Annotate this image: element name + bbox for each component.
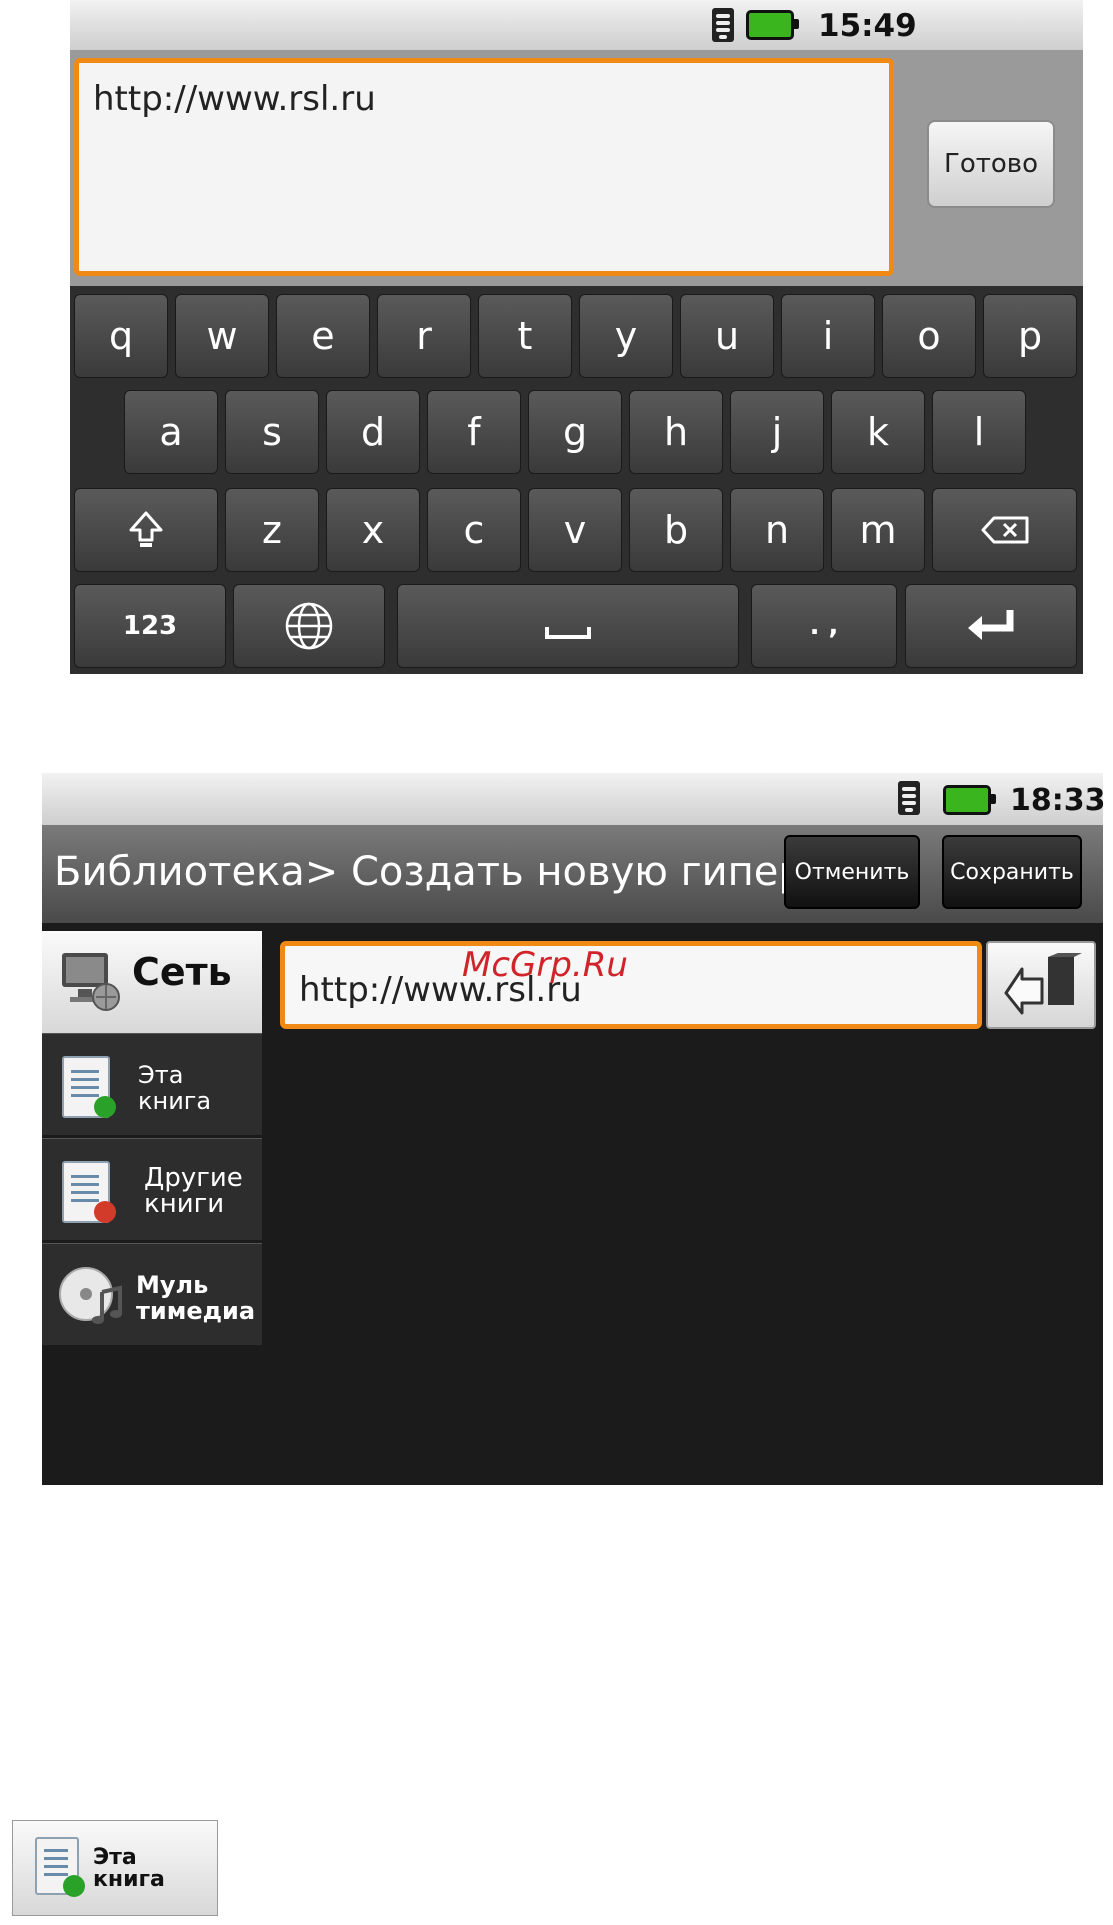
key-l[interactable]: l: [932, 390, 1026, 474]
backspace-key[interactable]: [932, 488, 1077, 572]
network-computer-icon: [62, 953, 120, 1011]
key-t[interactable]: t: [478, 294, 572, 378]
key-q[interactable]: q: [74, 294, 168, 378]
cancel-button[interactable]: Отменить: [784, 835, 920, 909]
watermark: McGrp.Ru: [462, 945, 628, 985]
keyboard-screen: 15:49 http://www.rsl.ru Готово q w e r t…: [70, 0, 1083, 674]
language-key[interactable]: [233, 584, 385, 668]
space-icon: [545, 627, 591, 639]
sidebar-item-label: Другие книги: [144, 1163, 243, 1219]
key-f[interactable]: f: [427, 390, 521, 474]
page-title: Библиотека> Создать новую гиперссылку: [54, 849, 834, 895]
url-text-field[interactable]: http://www.rsl.ru: [74, 58, 894, 276]
status-bar: 15:49: [70, 0, 1083, 50]
key-m[interactable]: m: [831, 488, 925, 572]
sidebar-item-network[interactable]: Сеть: [42, 931, 262, 1033]
this-book-button[interactable]: Эта книга: [12, 1820, 218, 1916]
status-bar: 18:33: [42, 773, 1106, 825]
backspace-icon: [981, 516, 1028, 544]
back-arrow-icon: [94, 1096, 116, 1118]
numbers-key[interactable]: 123: [74, 584, 226, 668]
wifi-icon: [898, 781, 920, 815]
multimedia-disc-icon: [59, 1267, 122, 1324]
wifi-icon: [712, 8, 734, 42]
key-o[interactable]: o: [882, 294, 976, 378]
key-a[interactable]: a: [124, 390, 218, 474]
key-u[interactable]: u: [680, 294, 774, 378]
go-button[interactable]: [986, 941, 1096, 1029]
key-z[interactable]: z: [225, 488, 319, 572]
key-v[interactable]: v: [528, 488, 622, 572]
space-key[interactable]: [397, 584, 739, 668]
status-time: 15:49: [818, 8, 917, 44]
key-x[interactable]: x: [326, 488, 420, 572]
go-arrow-icon: [1004, 953, 1082, 1015]
status-time: 18:33: [1010, 783, 1106, 818]
key-d[interactable]: d: [326, 390, 420, 474]
punctuation-key[interactable]: . ,: [751, 584, 897, 668]
done-button[interactable]: Готово: [927, 120, 1055, 208]
enter-key[interactable]: [905, 584, 1077, 668]
sidebar-item-this-book[interactable]: Эта книга: [42, 1033, 262, 1135]
url-input[interactable]: http://www.rsl.ru: [280, 941, 982, 1029]
on-screen-keyboard: q w e r t y u i o p a s d f g h j k l z …: [70, 286, 1083, 674]
battery-icon: [746, 10, 799, 40]
key-h[interactable]: h: [629, 390, 723, 474]
key-s[interactable]: s: [225, 390, 319, 474]
sidebar-item-label: Муль тимедиа: [136, 1271, 256, 1325]
input-area: http://www.rsl.ru Готово: [70, 50, 1083, 286]
key-k[interactable]: k: [831, 390, 925, 474]
key-w[interactable]: w: [175, 294, 269, 378]
key-c[interactable]: c: [427, 488, 521, 572]
title-bar: Библиотека> Создать новую гиперссылку От…: [42, 825, 1103, 923]
key-g[interactable]: g: [528, 390, 622, 474]
enter-icon: [968, 610, 1014, 640]
button-label: Эта книга: [93, 1845, 165, 1892]
battery-icon: [943, 785, 996, 815]
shift-icon: [129, 511, 163, 547]
create-hyperlink-screen: 18:33 Библиотека> Создать новую гиперссы…: [42, 773, 1106, 1485]
save-button[interactable]: Сохранить: [942, 835, 1082, 909]
key-b[interactable]: b: [629, 488, 723, 572]
globe-icon: [285, 602, 333, 650]
key-e[interactable]: e: [276, 294, 370, 378]
key-r[interactable]: r: [377, 294, 471, 378]
shift-key[interactable]: [74, 488, 218, 572]
sidebar-item-other-books[interactable]: Другие книги: [42, 1138, 262, 1240]
sidebar-item-label: Эта книга: [138, 1061, 212, 1115]
key-i[interactable]: i: [781, 294, 875, 378]
forward-arrow-icon: [94, 1201, 116, 1223]
sidebar-item-label: Сеть: [132, 950, 232, 994]
key-p[interactable]: p: [983, 294, 1077, 378]
key-j[interactable]: j: [730, 390, 824, 474]
key-n[interactable]: n: [730, 488, 824, 572]
key-y[interactable]: y: [579, 294, 673, 378]
back-arrow-icon: [63, 1875, 85, 1897]
sidebar-item-multimedia[interactable]: Муль тимедиа: [42, 1243, 262, 1345]
